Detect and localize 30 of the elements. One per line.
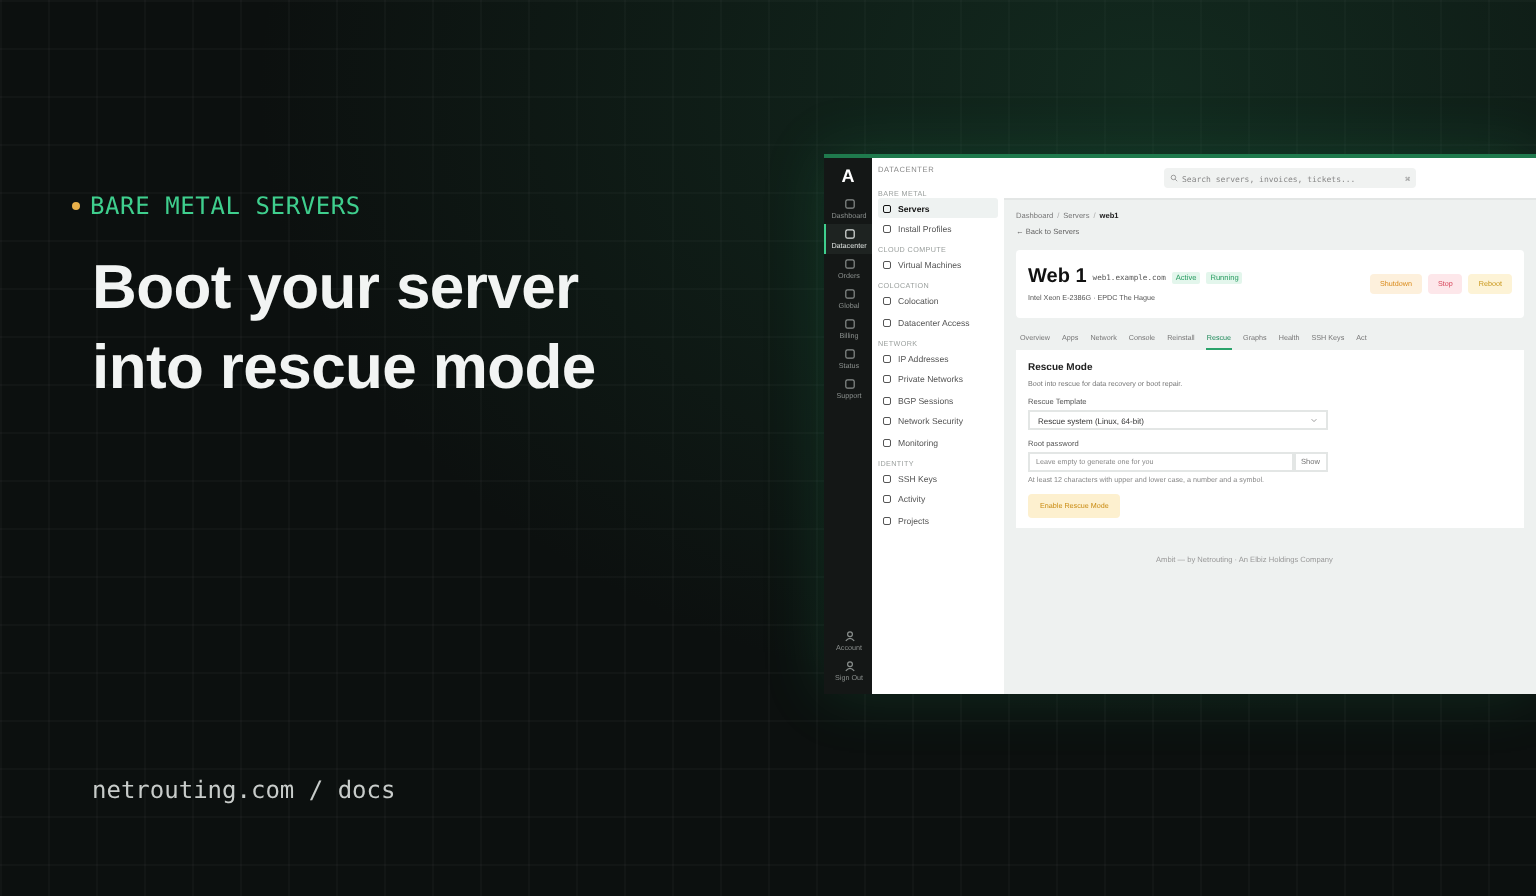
chevron-down-icon — [1310, 416, 1318, 424]
bullet-dot-icon — [72, 202, 80, 210]
square-icon — [882, 473, 892, 483]
square-icon — [843, 348, 855, 360]
person-icon — [843, 660, 855, 672]
square-icon — [882, 494, 892, 504]
server-name: Web 1 — [1028, 266, 1087, 288]
square-icon — [843, 198, 855, 210]
square-icon — [843, 258, 855, 270]
person-icon — [843, 630, 855, 642]
square-icon — [882, 317, 892, 327]
square-icon — [882, 515, 892, 525]
square-icon — [843, 288, 855, 300]
square-icon — [882, 224, 892, 234]
app-logo: A — [839, 166, 857, 186]
square-icon — [882, 203, 892, 213]
square-icon — [843, 378, 855, 390]
square-icon — [882, 395, 892, 405]
search-icon — [1170, 174, 1178, 182]
square-icon — [882, 296, 892, 306]
docs-url: netrouting.com / docs — [92, 776, 398, 804]
square-icon — [843, 318, 855, 330]
square-icon — [882, 260, 892, 270]
square-icon — [882, 416, 892, 426]
hero-title: Boot your server into rescue mode — [92, 250, 598, 407]
square-icon — [882, 353, 892, 363]
eyebrow-label: BARE METAL SERVERS — [90, 192, 361, 220]
square-icon — [882, 437, 892, 447]
square-icon — [882, 374, 892, 384]
square-icon — [843, 228, 855, 240]
